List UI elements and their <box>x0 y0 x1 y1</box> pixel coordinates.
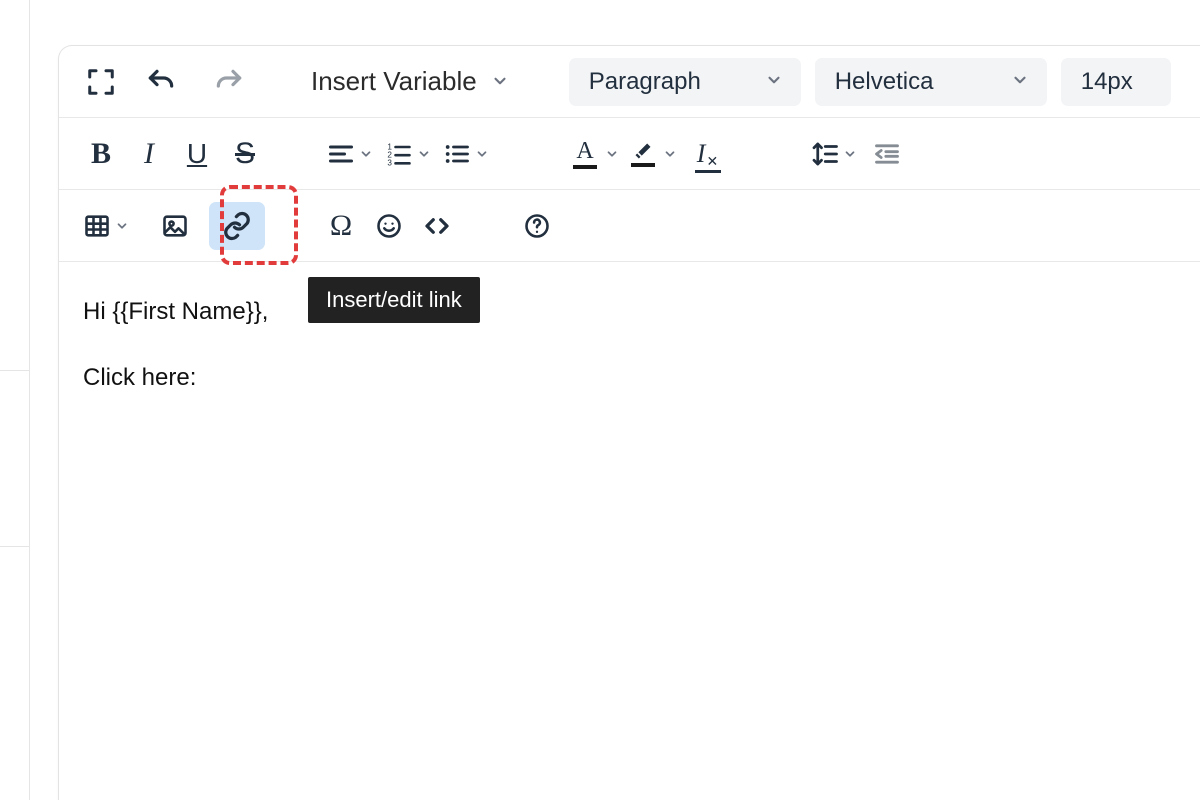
content-line-2: Click here: <box>83 362 1176 394</box>
fullscreen-button[interactable] <box>77 58 125 106</box>
editor-content[interactable]: Hi {{First Name}}, Click here: <box>59 262 1200 463</box>
align-left-icon <box>327 140 355 168</box>
bold-icon: B <box>91 137 111 171</box>
block-format-dropdown[interactable]: Paragraph <box>569 58 801 106</box>
left-gutter <box>0 0 30 800</box>
underline-icon: U <box>187 138 207 170</box>
smile-icon <box>375 212 403 240</box>
bold-button[interactable]: B <box>77 130 125 178</box>
chevron-down-icon <box>843 147 857 161</box>
strikethrough-icon: S <box>235 137 255 171</box>
line-height-dropdown[interactable] <box>803 130 863 178</box>
highlight-color-dropdown[interactable] <box>625 130 683 178</box>
numbered-list-dropdown[interactable]: 1 2 3 <box>379 130 437 178</box>
rich-text-editor: Insert Variable Paragraph Helvetica 14px… <box>58 45 1200 800</box>
text-color-dropdown[interactable]: A <box>567 130 625 178</box>
fullscreen-icon <box>86 67 116 97</box>
font-size-dropdown[interactable]: 14px <box>1061 58 1171 106</box>
align-dropdown[interactable] <box>321 130 379 178</box>
bullet-list-dropdown[interactable] <box>437 130 495 178</box>
outdent-button[interactable] <box>863 130 911 178</box>
block-format-label: Paragraph <box>589 68 701 96</box>
font-size-label: 14px <box>1081 68 1133 96</box>
chevron-down-icon <box>359 147 373 161</box>
code-icon <box>422 211 452 241</box>
numbered-list-icon: 1 2 3 <box>385 140 413 168</box>
undo-button[interactable] <box>137 58 185 106</box>
toolbar-row-1: Insert Variable Paragraph Helvetica 14px <box>59 46 1200 118</box>
content-line-1: Hi {{First Name}}, <box>83 296 1176 328</box>
text-color-icon: A <box>573 139 597 169</box>
table-dropdown[interactable] <box>77 202 135 250</box>
clear-formatting-button[interactable]: I✕ <box>683 130 731 178</box>
special-character-button[interactable]: Ω <box>317 202 365 250</box>
outdent-icon <box>873 140 901 168</box>
highlight-icon <box>631 141 655 167</box>
help-button[interactable] <box>513 202 561 250</box>
tooltip-text: Insert/edit link <box>326 287 462 312</box>
insert-image-button[interactable] <box>151 202 199 250</box>
chevron-down-icon <box>475 147 489 161</box>
toolbar-row-3: Ω <box>59 190 1200 262</box>
underline-button[interactable]: U <box>173 130 221 178</box>
emoji-button[interactable] <box>365 202 413 250</box>
chevron-down-icon <box>491 66 509 97</box>
font-family-label: Helvetica <box>835 68 934 96</box>
clear-formatting-icon: I✕ <box>697 139 717 169</box>
svg-text:3: 3 <box>387 158 392 167</box>
insert-variable-label: Insert Variable <box>311 66 477 97</box>
link-icon <box>222 211 252 241</box>
chevron-down-icon <box>115 219 129 233</box>
chevron-down-icon <box>765 68 783 96</box>
chevron-down-icon <box>417 147 431 161</box>
chevron-down-icon <box>605 147 619 161</box>
redo-icon <box>213 66 245 98</box>
italic-icon: I <box>144 137 154 171</box>
font-family-dropdown[interactable]: Helvetica <box>815 58 1047 106</box>
chevron-down-icon <box>663 147 677 161</box>
insert-link-button[interactable] <box>209 202 265 250</box>
help-icon <box>523 212 551 240</box>
strikethrough-button[interactable]: S <box>221 130 269 178</box>
table-icon <box>83 212 111 240</box>
insert-variable-dropdown[interactable]: Insert Variable <box>305 58 527 106</box>
redo-button[interactable] <box>205 58 253 106</box>
source-code-button[interactable] <box>413 202 461 250</box>
bullet-list-icon <box>443 140 471 168</box>
omega-icon: Ω <box>330 209 352 243</box>
image-icon <box>161 212 189 240</box>
tooltip-insert-link: Insert/edit link <box>308 277 480 323</box>
chevron-down-icon <box>1011 68 1029 96</box>
italic-button[interactable]: I <box>125 130 173 178</box>
toolbar-row-2: B I U S 1 2 3 <box>59 118 1200 190</box>
undo-icon <box>145 66 177 98</box>
line-height-icon <box>809 139 839 169</box>
